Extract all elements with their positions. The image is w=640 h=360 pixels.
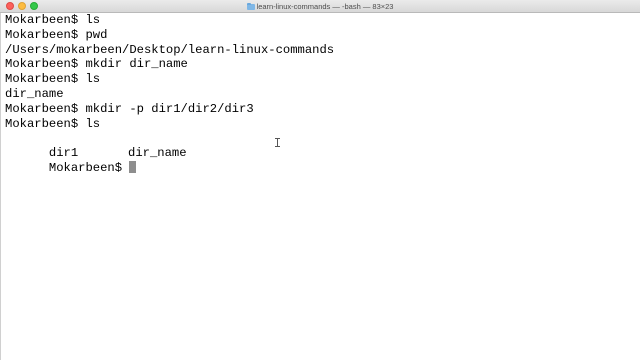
prompt-line[interactable]: Mokarbeen$: [5, 146, 635, 175]
window-left-edge: [0, 13, 1, 360]
block-cursor: [129, 160, 137, 173]
terminal-line: Mokarbeen$ ls: [5, 116, 101, 131]
terminal-line: Mokarbeen$ mkdir -p dir1/dir2/dir3: [5, 101, 254, 116]
ls-entry: dir1: [48, 146, 79, 161]
window-title: learn-linux-commands — -bash — 83×23: [256, 2, 394, 11]
ls-entry: dir_name: [128, 146, 187, 161]
ibeam-cursor-icon: [275, 138, 280, 147]
terminal-content[interactable]: Mokarbeen$ ls Mokarbeen$ pwd /Users/moka…: [5, 13, 635, 353]
folder-icon: [246, 3, 255, 10]
window-title-container: learn-linux-commands — -bash — 83×23: [0, 0, 640, 13]
terminal-line: /Users/mokarbeen/Desktop/learn-linux-com…: [5, 42, 335, 57]
prompt: Mokarbeen$: [48, 160, 130, 175]
title-bar[interactable]: learn-linux-commands — -bash — 83×23: [0, 0, 640, 13]
terminal-line: Mokarbeen$ ls: [5, 13, 101, 27]
terminal-line: dir_name: [5, 86, 64, 101]
terminal-line: Mokarbeen$ pwd: [5, 27, 108, 42]
terminal-line: Mokarbeen$ mkdir dir_name: [5, 57, 188, 72]
terminal-line: Mokarbeen$ ls: [5, 72, 101, 87]
terminal-window: learn-linux-commands — -bash — 83×23 Mok…: [0, 0, 640, 360]
ls-output-line: dir1 dir_name: [5, 131, 635, 160]
